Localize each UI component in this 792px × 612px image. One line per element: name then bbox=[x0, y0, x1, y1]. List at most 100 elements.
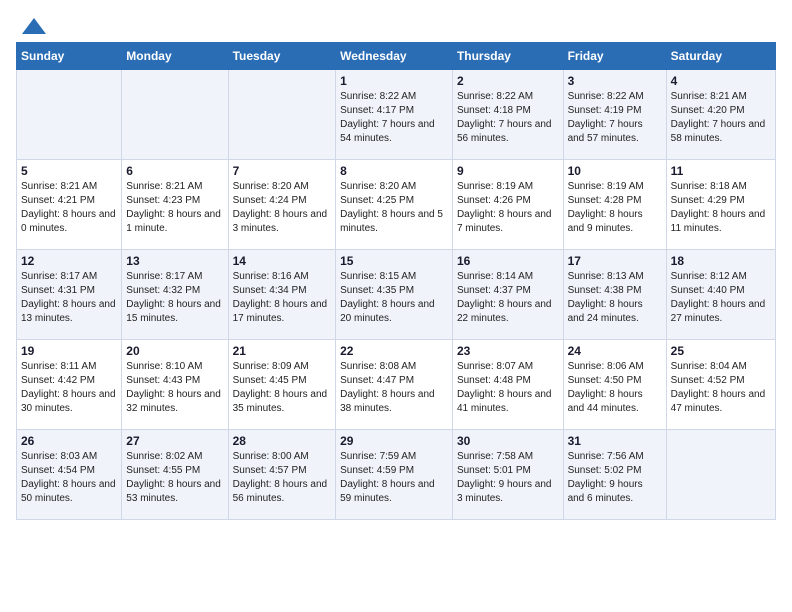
day-number: 31 bbox=[568, 434, 662, 448]
day-info: Sunrise: 8:20 AMSunset: 4:25 PMDaylight:… bbox=[340, 180, 448, 236]
weekday-header: Saturday bbox=[666, 43, 775, 70]
calendar-cell: 21 Sunrise: 8:09 AMSunset: 4:45 PMDaylig… bbox=[228, 340, 336, 430]
calendar-cell: 12 Sunrise: 8:17 AMSunset: 4:31 PMDaylig… bbox=[17, 250, 122, 340]
day-number: 27 bbox=[126, 434, 223, 448]
day-info: Sunrise: 8:20 AMSunset: 4:24 PMDaylight:… bbox=[233, 180, 332, 236]
day-number: 6 bbox=[126, 164, 223, 178]
calendar-cell: 29 Sunrise: 7:59 AMSunset: 4:59 PMDaylig… bbox=[336, 430, 453, 520]
calendar-cell: 8 Sunrise: 8:20 AMSunset: 4:25 PMDayligh… bbox=[336, 160, 453, 250]
day-info: Sunrise: 7:59 AMSunset: 4:59 PMDaylight:… bbox=[340, 450, 448, 506]
day-info: Sunrise: 8:17 AMSunset: 4:31 PMDaylight:… bbox=[21, 270, 117, 326]
logo bbox=[16, 16, 48, 34]
day-number: 1 bbox=[340, 74, 448, 88]
day-info: Sunrise: 8:12 AMSunset: 4:40 PMDaylight:… bbox=[671, 270, 771, 326]
day-number: 23 bbox=[457, 344, 559, 358]
day-number: 14 bbox=[233, 254, 332, 268]
logo-icon bbox=[20, 16, 48, 38]
calendar-table: SundayMondayTuesdayWednesdayThursdayFrid… bbox=[16, 42, 776, 520]
day-number: 3 bbox=[568, 74, 662, 88]
calendar-cell: 25 Sunrise: 8:04 AMSunset: 4:52 PMDaylig… bbox=[666, 340, 775, 430]
day-number: 28 bbox=[233, 434, 332, 448]
calendar-cell: 10 Sunrise: 8:19 AMSunset: 4:28 PMDaylig… bbox=[563, 160, 666, 250]
calendar-cell: 22 Sunrise: 8:08 AMSunset: 4:47 PMDaylig… bbox=[336, 340, 453, 430]
day-number: 10 bbox=[568, 164, 662, 178]
day-info: Sunrise: 8:09 AMSunset: 4:45 PMDaylight:… bbox=[233, 360, 332, 416]
day-info: Sunrise: 8:21 AMSunset: 4:23 PMDaylight:… bbox=[126, 180, 223, 236]
weekday-header: Sunday bbox=[17, 43, 122, 70]
day-info: Sunrise: 8:19 AMSunset: 4:28 PMDaylight:… bbox=[568, 180, 662, 236]
calendar-cell: 26 Sunrise: 8:03 AMSunset: 4:54 PMDaylig… bbox=[17, 430, 122, 520]
weekday-header: Monday bbox=[122, 43, 228, 70]
day-info: Sunrise: 8:06 AMSunset: 4:50 PMDaylight:… bbox=[568, 360, 662, 416]
day-info: Sunrise: 8:07 AMSunset: 4:48 PMDaylight:… bbox=[457, 360, 559, 416]
day-info: Sunrise: 8:22 AMSunset: 4:19 PMDaylight:… bbox=[568, 90, 662, 146]
day-number: 5 bbox=[21, 164, 117, 178]
calendar-cell bbox=[666, 430, 775, 520]
calendar-cell: 18 Sunrise: 8:12 AMSunset: 4:40 PMDaylig… bbox=[666, 250, 775, 340]
day-info: Sunrise: 8:15 AMSunset: 4:35 PMDaylight:… bbox=[340, 270, 448, 326]
day-info: Sunrise: 7:56 AMSunset: 5:02 PMDaylight:… bbox=[568, 450, 662, 506]
day-info: Sunrise: 8:21 AMSunset: 4:21 PMDaylight:… bbox=[21, 180, 117, 236]
calendar-cell: 30 Sunrise: 7:58 AMSunset: 5:01 PMDaylig… bbox=[452, 430, 563, 520]
day-number: 2 bbox=[457, 74, 559, 88]
calendar-cell: 11 Sunrise: 8:18 AMSunset: 4:29 PMDaylig… bbox=[666, 160, 775, 250]
calendar-cell: 4 Sunrise: 8:21 AMSunset: 4:20 PMDayligh… bbox=[666, 70, 775, 160]
day-number: 15 bbox=[340, 254, 448, 268]
calendar-cell: 16 Sunrise: 8:14 AMSunset: 4:37 PMDaylig… bbox=[452, 250, 563, 340]
day-info: Sunrise: 8:19 AMSunset: 4:26 PMDaylight:… bbox=[457, 180, 559, 236]
day-number: 13 bbox=[126, 254, 223, 268]
calendar-cell: 14 Sunrise: 8:16 AMSunset: 4:34 PMDaylig… bbox=[228, 250, 336, 340]
day-number: 20 bbox=[126, 344, 223, 358]
day-info: Sunrise: 7:58 AMSunset: 5:01 PMDaylight:… bbox=[457, 450, 559, 506]
day-info: Sunrise: 8:16 AMSunset: 4:34 PMDaylight:… bbox=[233, 270, 332, 326]
calendar-cell: 24 Sunrise: 8:06 AMSunset: 4:50 PMDaylig… bbox=[563, 340, 666, 430]
day-info: Sunrise: 8:21 AMSunset: 4:20 PMDaylight:… bbox=[671, 90, 771, 146]
day-number: 9 bbox=[457, 164, 559, 178]
calendar-cell: 23 Sunrise: 8:07 AMSunset: 4:48 PMDaylig… bbox=[452, 340, 563, 430]
weekday-header: Friday bbox=[563, 43, 666, 70]
calendar-cell: 6 Sunrise: 8:21 AMSunset: 4:23 PMDayligh… bbox=[122, 160, 228, 250]
day-number: 29 bbox=[340, 434, 448, 448]
day-number: 17 bbox=[568, 254, 662, 268]
day-info: Sunrise: 8:02 AMSunset: 4:55 PMDaylight:… bbox=[126, 450, 223, 506]
weekday-header: Thursday bbox=[452, 43, 563, 70]
calendar-week-row: 26 Sunrise: 8:03 AMSunset: 4:54 PMDaylig… bbox=[17, 430, 776, 520]
weekday-header: Tuesday bbox=[228, 43, 336, 70]
day-info: Sunrise: 8:17 AMSunset: 4:32 PMDaylight:… bbox=[126, 270, 223, 326]
day-number: 16 bbox=[457, 254, 559, 268]
calendar-week-row: 5 Sunrise: 8:21 AMSunset: 4:21 PMDayligh… bbox=[17, 160, 776, 250]
day-info: Sunrise: 8:04 AMSunset: 4:52 PMDaylight:… bbox=[671, 360, 771, 416]
day-info: Sunrise: 8:22 AMSunset: 4:18 PMDaylight:… bbox=[457, 90, 559, 146]
calendar-cell: 28 Sunrise: 8:00 AMSunset: 4:57 PMDaylig… bbox=[228, 430, 336, 520]
calendar-cell: 9 Sunrise: 8:19 AMSunset: 4:26 PMDayligh… bbox=[452, 160, 563, 250]
calendar-cell: 19 Sunrise: 8:11 AMSunset: 4:42 PMDaylig… bbox=[17, 340, 122, 430]
calendar-cell: 1 Sunrise: 8:22 AMSunset: 4:17 PMDayligh… bbox=[336, 70, 453, 160]
day-number: 25 bbox=[671, 344, 771, 358]
calendar-cell: 20 Sunrise: 8:10 AMSunset: 4:43 PMDaylig… bbox=[122, 340, 228, 430]
calendar-week-row: 19 Sunrise: 8:11 AMSunset: 4:42 PMDaylig… bbox=[17, 340, 776, 430]
day-number: 21 bbox=[233, 344, 332, 358]
calendar-cell bbox=[17, 70, 122, 160]
day-number: 19 bbox=[21, 344, 117, 358]
calendar-cell: 31 Sunrise: 7:56 AMSunset: 5:02 PMDaylig… bbox=[563, 430, 666, 520]
calendar-cell: 2 Sunrise: 8:22 AMSunset: 4:18 PMDayligh… bbox=[452, 70, 563, 160]
day-number: 24 bbox=[568, 344, 662, 358]
calendar-cell: 7 Sunrise: 8:20 AMSunset: 4:24 PMDayligh… bbox=[228, 160, 336, 250]
day-info: Sunrise: 8:10 AMSunset: 4:43 PMDaylight:… bbox=[126, 360, 223, 416]
day-number: 18 bbox=[671, 254, 771, 268]
weekday-header: Wednesday bbox=[336, 43, 453, 70]
day-number: 11 bbox=[671, 164, 771, 178]
day-number: 26 bbox=[21, 434, 117, 448]
day-info: Sunrise: 8:14 AMSunset: 4:37 PMDaylight:… bbox=[457, 270, 559, 326]
calendar-cell: 3 Sunrise: 8:22 AMSunset: 4:19 PMDayligh… bbox=[563, 70, 666, 160]
calendar-cell: 13 Sunrise: 8:17 AMSunset: 4:32 PMDaylig… bbox=[122, 250, 228, 340]
day-info: Sunrise: 8:08 AMSunset: 4:47 PMDaylight:… bbox=[340, 360, 448, 416]
calendar-cell: 15 Sunrise: 8:15 AMSunset: 4:35 PMDaylig… bbox=[336, 250, 453, 340]
calendar-header-row: SundayMondayTuesdayWednesdayThursdayFrid… bbox=[17, 43, 776, 70]
day-info: Sunrise: 8:03 AMSunset: 4:54 PMDaylight:… bbox=[21, 450, 117, 506]
day-info: Sunrise: 8:18 AMSunset: 4:29 PMDaylight:… bbox=[671, 180, 771, 236]
calendar-week-row: 12 Sunrise: 8:17 AMSunset: 4:31 PMDaylig… bbox=[17, 250, 776, 340]
day-info: Sunrise: 8:00 AMSunset: 4:57 PMDaylight:… bbox=[233, 450, 332, 506]
day-number: 7 bbox=[233, 164, 332, 178]
day-number: 30 bbox=[457, 434, 559, 448]
